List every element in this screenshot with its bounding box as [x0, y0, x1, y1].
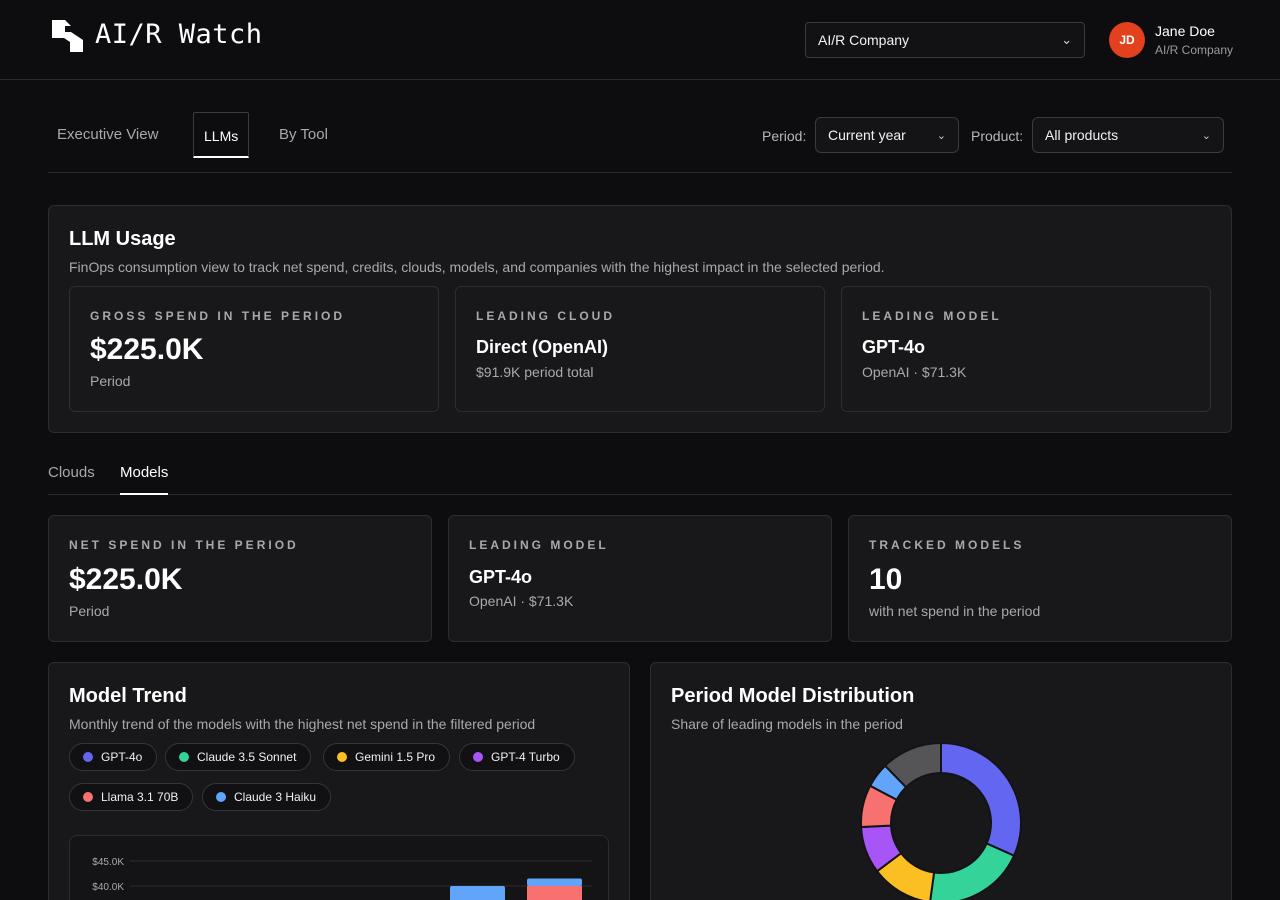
chevron-down-icon: ⌄: [1061, 32, 1072, 47]
distribution-card: Period Model Distribution Share of leadi…: [650, 662, 1232, 900]
kpi-sub: OpenAI · $71.3K: [469, 593, 574, 609]
trend-description: Monthly trend of the models with the hig…: [69, 716, 536, 732]
app-title: AI/R Watch: [95, 19, 263, 50]
legend-dot: [337, 752, 347, 762]
kpi-value: Direct (OpenAI): [476, 337, 609, 357]
legend-dot: [216, 792, 226, 802]
legend-dot: [83, 792, 93, 802]
period-label: Period:: [762, 128, 807, 144]
kpi-value: 10: [869, 563, 903, 596]
bar-segment: [527, 886, 582, 900]
legend-chip-gpt-4o[interactable]: GPT-4o: [69, 743, 158, 771]
kpi-label: LEADING MODEL: [862, 309, 1002, 323]
y-tick-label: $40.0K: [92, 882, 124, 893]
tab-by-tool[interactable]: By Tool: [279, 112, 328, 158]
tab-executive-view[interactable]: Executive View: [57, 112, 158, 158]
kpi-label: LEADING CLOUD: [476, 309, 615, 323]
y-tick-label: $45.0K: [92, 857, 124, 868]
top-bar: AI/R Watch AI/R Company ⌄ JD Jane Doe AI…: [0, 0, 1280, 80]
kpi-label: NET SPEND IN THE PERIOD: [69, 538, 299, 552]
company-select[interactable]: AI/R Company ⌄: [805, 22, 1085, 58]
legend-chip-claude-3-haiku[interactable]: Claude 3 Haiku: [202, 783, 332, 811]
kpi-tracked-models: TRACKED MODELS 10 with net spend in the …: [848, 515, 1232, 642]
kpi-sub: Period: [90, 373, 131, 389]
product-select[interactable]: All products ⌄: [1032, 117, 1224, 153]
kpi-label: GROSS SPEND IN THE PERIOD: [90, 309, 346, 323]
legend-label: Claude 3.5 Sonnet: [197, 750, 297, 764]
legend-chip-claude-3-5-sonnet[interactable]: Claude 3.5 Sonnet: [165, 743, 312, 771]
kpi-leading-model-2: LEADING MODEL GPT-4o OpenAI · $71.3K: [448, 515, 832, 642]
kpi-gross-spend: GROSS SPEND IN THE PERIOD $225.0K Period: [69, 286, 439, 412]
period-select-value: Current year: [828, 127, 906, 143]
kpi-value: $225.0K: [69, 563, 183, 596]
trend-title: Model Trend: [69, 685, 187, 707]
usage-title: LLM Usage: [69, 228, 176, 250]
legend-label: GPT-4o: [101, 750, 143, 764]
llm-usage-card: LLM Usage FinOps consumption view to tra…: [48, 205, 1232, 433]
model-trend-card: Model Trend Monthly trend of the models …: [48, 662, 630, 900]
distribution-description: Share of leading models in the period: [671, 716, 903, 732]
product-select-value: All products: [1045, 127, 1119, 143]
legend-chip-llama-3-1-70b[interactable]: Llama 3.1 70B: [69, 783, 194, 811]
donut-slice-claude-3-5-sonnet: [929, 842, 1016, 900]
user-name: Jane Doe: [1155, 23, 1215, 39]
tab-llms[interactable]: LLMs: [193, 112, 250, 158]
distribution-donut-chart: [860, 743, 1022, 900]
kpi-label: TRACKED MODELS: [869, 538, 1025, 552]
kpi-sub: Period: [69, 603, 110, 619]
usage-description: FinOps consumption view to track net spe…: [69, 259, 885, 275]
product-label: Product:: [971, 128, 1024, 144]
bar-segment: [450, 886, 505, 900]
kpi-value: $225.0K: [90, 333, 204, 366]
chevron-down-icon: ⌄: [936, 129, 946, 142]
legend-label: Claude 3 Haiku: [234, 790, 317, 804]
legend-dot: [473, 752, 483, 762]
chevron-down-icon: ⌄: [1201, 129, 1211, 142]
legend-dot: [83, 752, 93, 762]
user-company: AI/R Company: [1155, 43, 1234, 57]
kpi-sub: with net spend in the period: [869, 603, 1041, 619]
avatar[interactable]: JD: [1109, 22, 1145, 58]
legend-label: GPT-4 Turbo: [491, 750, 560, 764]
legend-chip-gemini-1-5-pro[interactable]: Gemini 1.5 Pro: [323, 743, 451, 771]
legend-label: Gemini 1.5 Pro: [355, 750, 436, 764]
company-select-value: AI/R Company: [818, 32, 910, 48]
period-select[interactable]: Current year ⌄: [815, 117, 959, 153]
legend-dot: [179, 752, 189, 762]
legend-chip-gpt-4-turbo[interactable]: GPT-4 Turbo: [459, 743, 575, 771]
kpi-leading-model: LEADING MODEL GPT-4o OpenAI · $71.3K: [841, 286, 1211, 412]
bar-segment: [527, 878, 582, 886]
sub-tabs: Clouds Models: [48, 460, 1232, 495]
app-logo-icon: [52, 20, 83, 52]
kpi-sub: OpenAI · $71.3K: [862, 364, 967, 380]
donut-slice-gpt-4o: [940, 743, 1022, 858]
trend-chart-svg: $45.0K $40.0K: [92, 857, 592, 900]
trend-chart: $45.0K $40.0K: [69, 835, 609, 900]
main-tabs: Executive View LLMs By Tool Period: Curr…: [48, 112, 1232, 173]
kpi-value: GPT-4o: [469, 567, 533, 587]
kpi-leading-cloud: LEADING CLOUD Direct (OpenAI) $91.9K per…: [455, 286, 825, 412]
kpi-value: GPT-4o: [862, 337, 926, 357]
tab-models[interactable]: Models: [120, 464, 169, 495]
kpi-sub: $91.9K period total: [476, 364, 594, 380]
kpi-net-spend: NET SPEND IN THE PERIOD $225.0K Period: [48, 515, 432, 642]
kpi-label: LEADING MODEL: [469, 538, 609, 552]
distribution-title: Period Model Distribution: [671, 685, 915, 707]
legend-label: Llama 3.1 70B: [101, 790, 179, 804]
tab-clouds[interactable]: Clouds: [48, 464, 95, 481]
